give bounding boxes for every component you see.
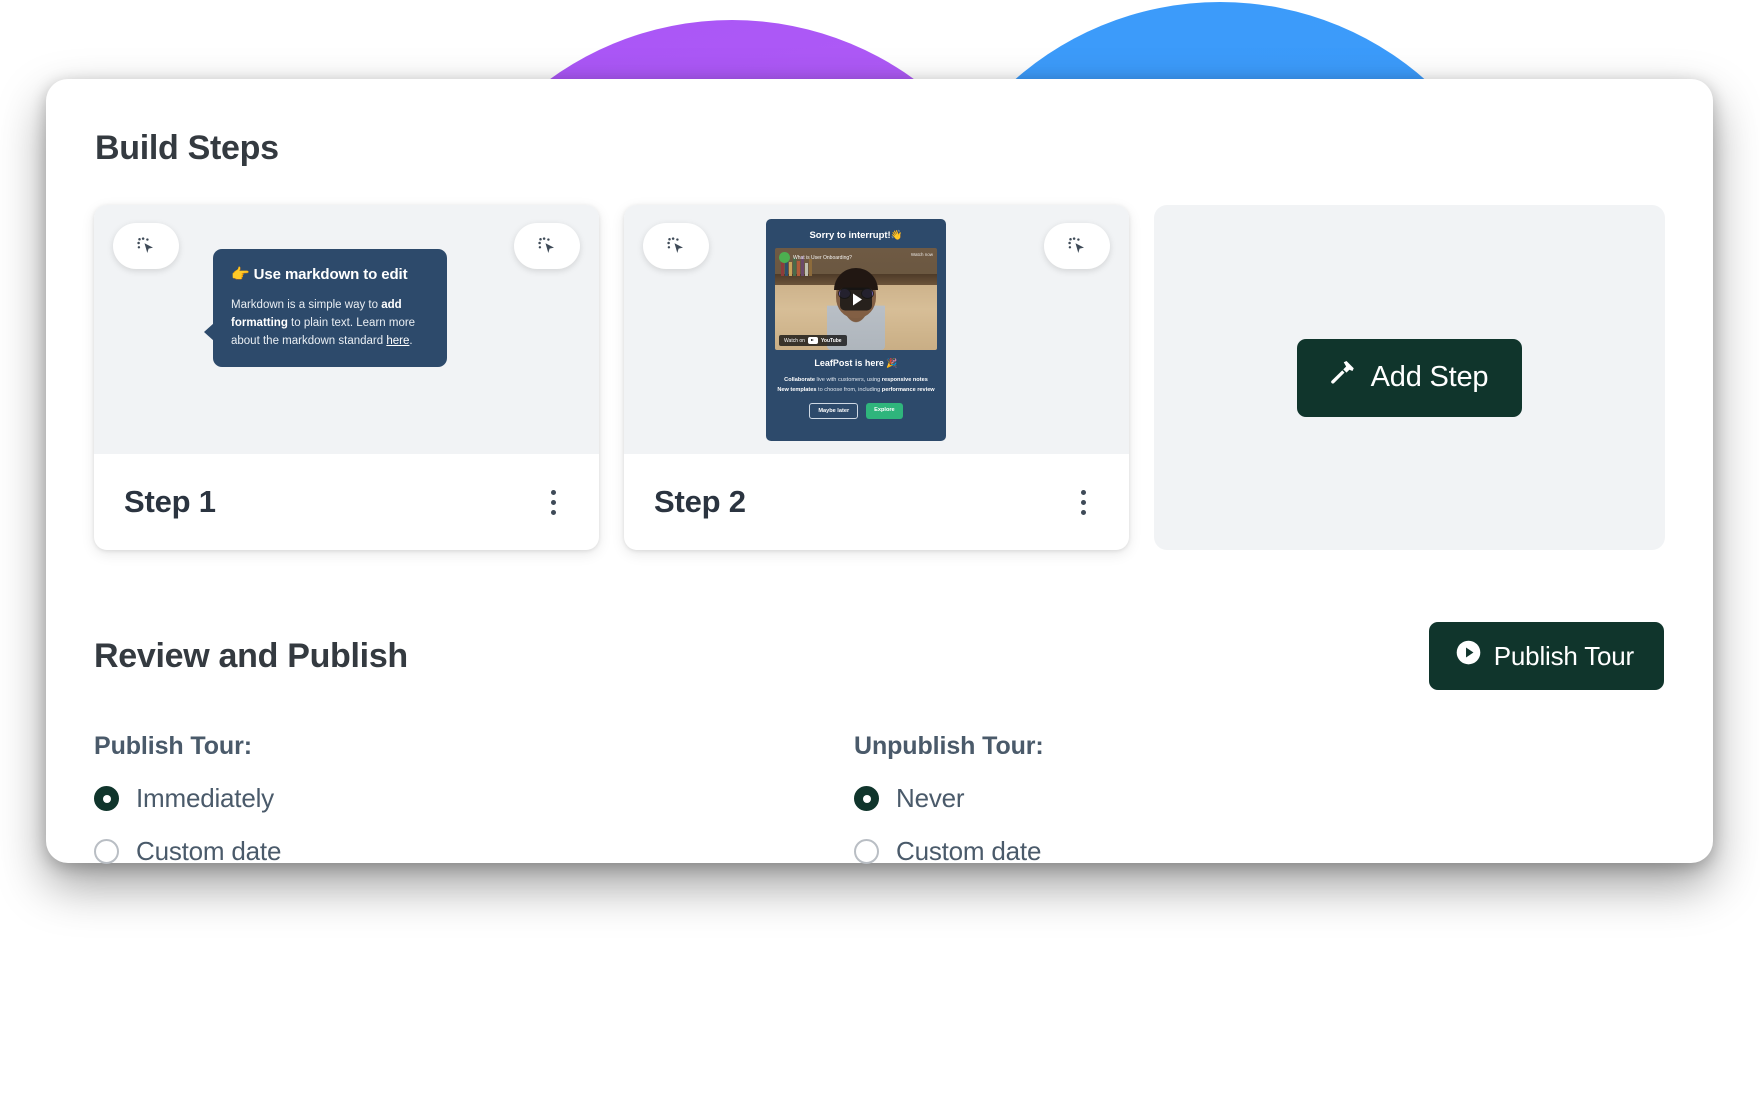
step-card-2[interactable]: Sorry to interrupt!👋 What is User Onboar… <box>624 205 1129 550</box>
steps-row: 👉 Use markdown to edit Markdown is a sim… <box>94 205 1665 550</box>
pointing-hand-emoji: 👉 <box>231 266 250 283</box>
video-top-right-label: Watch now <box>910 252 933 257</box>
hammer-icon <box>1327 359 1357 397</box>
radio-unpublish-custom-date[interactable]: Custom date <box>854 836 1044 867</box>
radio-unpublish-never-label: Never <box>896 783 965 813</box>
add-step-label: Add Step <box>1370 361 1489 393</box>
video-modal-actions: Maybe later Explore <box>775 403 937 419</box>
radio-indicator-selected[interactable] <box>854 786 879 811</box>
video-channel-badge: What is User Onboarding? <box>779 252 852 263</box>
radio-unpublish-custom-date-label: Custom date <box>896 836 1042 866</box>
markdown-tooltip-body: Markdown is a simple way to add formatti… <box>231 299 416 347</box>
markdown-tooltip-title: 👉 Use markdown to edit <box>231 266 408 283</box>
review-and-publish-title: Review and Publish <box>94 636 408 675</box>
schedule-options: Publish Tour: Immediately Custom date Un… <box>94 732 1665 889</box>
video-modal-body: Collaborate live with customers, using r… <box>775 376 937 395</box>
radio-publish-custom-date[interactable]: Custom date <box>94 836 854 867</box>
video-modal-body-line-2: New templates to choose from, including … <box>777 386 935 393</box>
step-2-preview: Sorry to interrupt!👋 What is User Onboar… <box>624 205 1129 454</box>
explore-button[interactable]: Explore <box>866 403 903 419</box>
step-card-1[interactable]: 👉 Use markdown to edit Markdown is a sim… <box>94 205 599 550</box>
watch-on-label: Watch on <box>784 337 805 344</box>
markdown-tooltip-preview: 👉 Use markdown to edit Markdown is a sim… <box>204 249 447 368</box>
review-and-publish-row: Review and Publish Publish Tour <box>94 622 1665 690</box>
video-modal-heading: Sorry to interrupt!👋 <box>809 230 903 241</box>
radio-publish-immediately-label: Immediately <box>136 783 274 813</box>
video-modal-preview: Sorry to interrupt!👋 What is User Onboar… <box>766 219 946 441</box>
publish-tour-group-label: Publish Tour: <box>94 732 252 760</box>
step-1-label: Step 1 <box>124 484 216 519</box>
video-modal-body-line-1: Collaborate live with customers, using r… <box>784 377 928 383</box>
cursor-click-icon-right-step-2[interactable] <box>1044 223 1110 269</box>
play-icon[interactable] <box>840 287 872 311</box>
step-1-kebab-menu-icon[interactable] <box>535 484 571 520</box>
radio-publish-immediately[interactable]: Immediately <box>94 783 854 814</box>
channel-avatar <box>779 252 790 263</box>
youtube-icon <box>807 337 818 344</box>
maybe-later-button[interactable]: Maybe later <box>809 403 859 419</box>
video-modal-subheading: LeafPost is here 🎉 <box>814 358 898 368</box>
add-step-card[interactable]: Add Step <box>1154 205 1665 550</box>
unpublish-tour-group-label: Unpublish Tour: <box>854 732 1044 760</box>
step-2-footer: Step 2 <box>624 454 1129 550</box>
cursor-click-icon-left-step-1[interactable] <box>113 223 179 269</box>
publish-tour-button[interactable]: Publish Tour <box>1428 622 1664 690</box>
step-2-kebab-menu-icon[interactable] <box>1065 484 1101 520</box>
publish-tour-label: Publish Tour <box>1493 640 1634 671</box>
video-title-label: What is User Onboarding? <box>793 254 852 261</box>
youtube-brand-label: YouTube <box>820 337 842 344</box>
radio-unpublish-never[interactable]: Never <box>854 783 1044 814</box>
cursor-click-icon-right-step-1[interactable] <box>514 223 580 269</box>
markdown-here-link[interactable]: here <box>386 335 409 347</box>
unpublish-tour-group: Unpublish Tour: Never Custom date <box>854 732 1044 889</box>
radio-indicator-selected[interactable] <box>94 786 119 811</box>
radio-indicator-unselected[interactable] <box>854 839 879 864</box>
step-1-preview: 👉 Use markdown to edit Markdown is a sim… <box>94 205 599 454</box>
play-circle-icon <box>1455 639 1482 673</box>
screenshot-stage: Build Steps 👉 Use markdown to edit Markd… <box>0 0 1760 1096</box>
step-1-footer: Step 1 <box>94 454 599 550</box>
page-title: Build Steps <box>95 129 279 167</box>
add-step-button[interactable]: Add Step <box>1296 338 1523 417</box>
cursor-click-icon-left-step-2[interactable] <box>643 223 709 269</box>
publish-tour-group: Publish Tour: Immediately Custom date <box>94 732 854 889</box>
radio-publish-custom-date-label: Custom date <box>136 836 282 866</box>
main-panel: Build Steps 👉 Use markdown to edit Markd… <box>46 79 1713 866</box>
watch-on-youtube-badge[interactable]: Watch on YouTube <box>779 335 847 346</box>
video-thumbnail[interactable]: What is User Onboarding? Watch now Watch… <box>775 248 937 350</box>
radio-indicator-unselected[interactable] <box>94 839 119 864</box>
step-2-label: Step 2 <box>654 484 746 519</box>
